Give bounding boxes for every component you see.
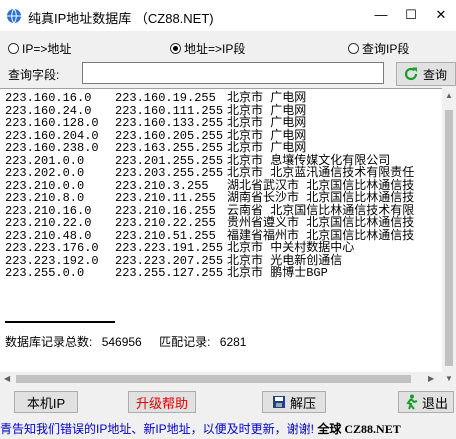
radio-circle-icon <box>8 43 19 54</box>
range-end: 223.160.133.255 <box>115 116 224 130</box>
local-ip-button[interactable]: 本机IP <box>14 391 78 413</box>
location: 北京市 中关村数据中心 <box>227 241 355 255</box>
stats-line: 数据库记录总数: 546956 匹配记录: 6281 <box>5 333 246 350</box>
radio-circle-icon <box>348 43 359 54</box>
range-end: 223.255.127.255 <box>115 266 224 280</box>
total-value: 546956 <box>101 335 142 349</box>
search-mode-group: IP=>地址 地址=>IP段 查询IP段 <box>0 34 456 58</box>
refresh-icon <box>404 67 418 81</box>
query-button[interactable]: 查询 <box>396 62 456 86</box>
vertical-scroll-thumb[interactable] <box>445 110 453 366</box>
range-end: 223.210.22.255 <box>115 216 216 230</box>
maximize-button[interactable]: ☐ <box>396 0 426 31</box>
results-list: 223.160.16.0 223.160.19.255 北京市 广电网 223.160… <box>5 92 414 280</box>
radio-address-to-ip-range[interactable]: 地址=>IP段 <box>170 40 245 57</box>
notice-text: 青告知我们错误的IP地址、新IP地址，以便及时更新，谢谢! <box>0 422 315 436</box>
close-button[interactable]: ✕ <box>426 0 456 31</box>
floppy-disk-icon <box>272 396 285 408</box>
upgrade-help-label: 升级帮助 <box>135 395 188 411</box>
upgrade-help-button[interactable]: 升级帮助 <box>128 391 196 413</box>
location: 北京市 鹏博士BGP <box>227 266 328 280</box>
radio-label: 查询IP段 <box>362 42 410 56</box>
scrolling-notice: 青告知我们错误的IP地址、新IP地址，以便及时更新，谢谢! 全球 CZ88.NE… <box>0 419 456 439</box>
window-title: 纯真IP地址数据库 （CZ88.NET) <box>28 11 214 26</box>
location: 贵州省遵义市 北京国信比林通信技 <box>227 216 415 230</box>
match-label: 匹配记录: <box>159 335 211 349</box>
exit-button[interactable]: 退出 <box>398 391 454 413</box>
minimize-button[interactable]: — <box>366 0 396 31</box>
radio-label: 地址=>IP段 <box>184 42 246 56</box>
query-button-label: 查询 <box>423 67 448 82</box>
range-start: 223.210.8.0 <box>5 191 85 205</box>
range-end: 223.163.255.255 <box>115 141 224 155</box>
range-end: 223.223.191.255 <box>115 241 224 255</box>
scroll-up-icon[interactable]: ▲ <box>445 91 453 100</box>
app-icon <box>7 8 21 24</box>
radio-ip-to-address[interactable]: IP=>地址 <box>8 40 71 57</box>
range-start: 223.160.128.0 <box>5 116 99 130</box>
result-row[interactable]: 223.160.238.0 223.163.255.255 北京市 广电网 <box>5 142 414 155</box>
result-row[interactable]: 223.223.176.0 223.223.191.255 北京市 中关村数据中心 <box>5 242 414 255</box>
range-start: 223.160.16.0 <box>5 91 92 105</box>
result-row[interactable]: 223.210.22.0 223.210.22.255 贵州省遵义市 北京国信比林通… <box>5 217 414 230</box>
query-input[interactable] <box>82 62 384 84</box>
location: 湖南省长沙市 北京国信比林通信技 <box>227 191 415 205</box>
local-ip-label: 本机IP <box>26 395 66 411</box>
horizontal-scrollbar[interactable]: ◀ ▶ <box>0 372 442 386</box>
radio-label: IP=>地址 <box>22 42 72 56</box>
radio-query-ip-range[interactable]: 查询IP段 <box>348 40 409 57</box>
result-row[interactable]: 223.255.0.0 223.255.127.255 北京市 鹏博士BGP <box>5 267 414 280</box>
brand-text: 全球 CZ88.NET <box>317 422 401 436</box>
scroll-right-icon[interactable]: ▶ <box>428 374 434 383</box>
range-start: 223.202.0.0 <box>5 166 85 180</box>
extract-button[interactable]: 解压 <box>262 391 326 413</box>
scroll-left-icon[interactable]: ◀ <box>4 374 10 383</box>
range-end: 223.160.19.255 <box>115 91 216 105</box>
bottom-toolbar: 本机IP 升级帮助 解压 退出 <box>0 391 456 415</box>
result-row[interactable]: 223.202.0.0 223.203.255.255 北京市 北京蓝汛通信技术有限… <box>5 167 414 180</box>
exit-running-man-icon <box>406 394 418 410</box>
range-end: 223.210.11.255 <box>115 191 216 205</box>
result-row[interactable]: 223.160.128.0 223.160.133.255 北京市 广电网 <box>5 117 414 130</box>
horizontal-scroll-thumb[interactable] <box>16 375 411 383</box>
exit-label: 退出 <box>421 395 448 411</box>
total-label: 数据库记录总数: <box>5 335 93 349</box>
extract-label: 解压 <box>289 395 316 411</box>
location: 北京市 广电网 <box>227 141 307 155</box>
location: 北京市 广电网 <box>227 116 307 130</box>
range-end: 223.203.255.255 <box>115 166 224 180</box>
query-label: 查询字段: <box>8 68 60 82</box>
scroll-down-icon[interactable]: ▼ <box>445 374 453 383</box>
range-start: 223.160.238.0 <box>5 141 99 155</box>
title-bar: 纯真IP地址数据库 （CZ88.NET) — ☐ ✕ <box>0 0 456 31</box>
range-start: 223.255.0.0 <box>5 266 85 280</box>
match-value: 6281 <box>219 335 247 349</box>
result-row[interactable]: 223.210.8.0 223.210.11.255 湖南省长沙市 北京国信比林通信… <box>5 192 414 205</box>
range-start: 223.210.22.0 <box>5 216 92 230</box>
results-panel[interactable]: 223.160.16.0 223.160.19.255 北京市 广电网 223.160… <box>0 88 442 386</box>
location: 北京市 北京蓝汛通信技术有限责任 <box>227 166 415 180</box>
range-start: 223.223.176.0 <box>5 241 99 255</box>
location: 北京市 广电网 <box>227 91 307 105</box>
result-row[interactable]: 223.160.16.0 223.160.19.255 北京市 广电网 <box>5 92 414 105</box>
radio-selected-icon <box>170 43 181 54</box>
separator-line <box>5 321 115 323</box>
vertical-scrollbar[interactable]: ▲ ▼ <box>442 88 456 386</box>
